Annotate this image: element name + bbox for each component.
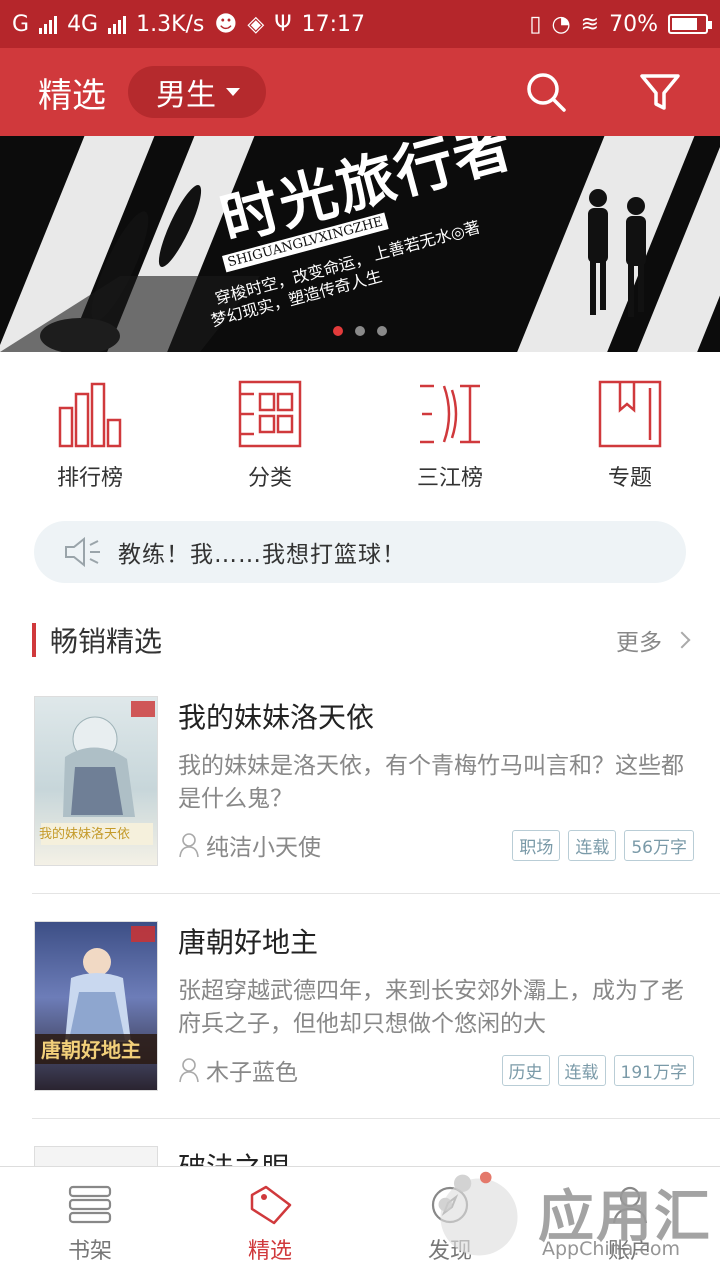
book-author: 木子蓝色 — [206, 1060, 298, 1086]
book-author: 纯洁小天使 — [206, 835, 321, 861]
gender-selector[interactable]: 男生 — [128, 66, 266, 118]
book-info: 我的妹妹洛天依 我的妹妹是洛天依，有个青梅竹马叫言和？这些都是什么鬼？ 纯洁小天… — [178, 696, 694, 862]
wifi-icon: ≋ — [580, 11, 600, 37]
usb-icon: Ψ — [274, 11, 292, 37]
book-title: 唐朝好地主 — [178, 926, 319, 959]
tab-featured[interactable]: 精选 — [180, 1167, 360, 1280]
book-tag: 56万字 — [624, 829, 694, 861]
vibrate-icon: ▯ — [529, 11, 542, 37]
notice-text: 教练！我……我想打篮球！ — [118, 542, 406, 568]
search-icon[interactable] — [524, 70, 568, 114]
book-tag: 191万字 — [613, 1054, 694, 1086]
bookmark-icon — [598, 380, 662, 448]
more-label: 更多 — [616, 630, 662, 656]
status-left: G 4G 1.3K/s ☻ ◈ Ψ 17:17 — [12, 12, 365, 37]
book-meta: 木子蓝色 历史 连载 191万字 — [178, 1053, 694, 1087]
tab-featured-label: 精选 — [247, 1239, 292, 1264]
bookshelf-icon — [68, 1185, 112, 1224]
nav-topic-label: 专题 — [607, 466, 652, 491]
book-tag: 职场 — [512, 829, 561, 861]
speaker-icon — [65, 537, 100, 567]
network-speed: 1.3K/s — [136, 11, 205, 37]
divider — [32, 893, 720, 894]
battery-icon — [668, 14, 712, 34]
section-title: 畅销精选 — [50, 625, 163, 658]
battery-percent: 70% — [609, 11, 658, 37]
caret-down-icon — [226, 88, 240, 96]
tab-bookshelf-label: 书架 — [67, 1239, 112, 1264]
signal-icon — [39, 14, 58, 34]
tag-icon — [250, 1185, 292, 1225]
sanjiang-icon — [420, 384, 480, 444]
watermark-sub: AppChina.com — [542, 1238, 681, 1260]
network-label: G — [12, 11, 30, 37]
filter-icon[interactable] — [638, 70, 682, 114]
watermark: 应用汇 AppChina.com — [420, 1160, 720, 1280]
more-link[interactable]: 更多 — [616, 623, 691, 657]
app-header: 精选 男生 — [0, 48, 720, 136]
grid-icon — [238, 380, 302, 448]
banner-dot[interactable] — [377, 326, 387, 336]
notice-bar[interactable]: 教练！我……我想打篮球！ — [34, 521, 686, 583]
watermark-logo-icon — [438, 1171, 518, 1256]
nav-topic[interactable]: 专题 — [540, 380, 720, 500]
divider — [32, 1118, 720, 1119]
network-4g-label: 4G — [67, 11, 99, 37]
alarm-icon: ◔ — [551, 11, 571, 37]
page-title: 精选 — [38, 75, 106, 116]
nav-category-label: 分类 — [247, 466, 292, 491]
nav-ranking-label: 排行榜 — [56, 466, 123, 491]
nav-sanjiang[interactable]: 三江榜 — [360, 380, 540, 500]
banner-dot[interactable] — [333, 326, 343, 336]
book-item[interactable]: 唐朝好地主 唐朝好地主 张超穿越武德四年，来到长安郊外灞上，成为了老府兵之子，但… — [32, 921, 694, 1099]
shield-icon: ◈ — [247, 11, 265, 37]
book-cover-art — [35, 926, 157, 1064]
status-bar: G 4G 1.3K/s ☻ ◈ Ψ 17:17 ▯ ◔ ≋ 70% — [0, 0, 720, 48]
book-cover: 我的妹妹洛天依 — [34, 696, 158, 866]
signal-4g-icon — [108, 14, 127, 34]
book-title: 我的妹妹洛天依 — [178, 701, 375, 734]
book-description: 张超穿越武德四年，来到长安郊外灞上，成为了老府兵之子，但他却只想做个悠闲的大 — [178, 978, 684, 1037]
nav-sanjiang-label: 三江榜 — [416, 466, 483, 491]
status-right: ▯ ◔ ≋ 70% — [529, 11, 712, 37]
book-meta: 纯洁小天使 职场 连载 56万字 — [178, 828, 694, 862]
book-tag: 历史 — [501, 1054, 550, 1086]
book-item[interactable]: 我的妹妹洛天依 我的妹妹洛天依 我的妹妹是洛天依，有个青梅竹马叫言和？这些都是什… — [32, 696, 694, 874]
quick-nav: 排行榜 分类 三江榜 专题 — [0, 380, 720, 500]
section-accent-bar — [32, 623, 36, 657]
banner-pagination[interactable] — [0, 326, 720, 336]
nav-ranking[interactable]: 排行榜 — [0, 380, 180, 500]
gender-selector-label: 男生 — [156, 78, 216, 113]
user-icon — [179, 833, 199, 858]
book-info: 唐朝好地主 张超穿越武德四年，来到长安郊外灞上，成为了老府兵之子，但他却只想做个… — [178, 921, 694, 1087]
tab-bookshelf[interactable]: 书架 — [0, 1167, 180, 1280]
book-cover: 唐朝好地主 — [34, 921, 158, 1091]
clock-time: 17:17 — [301, 11, 365, 37]
book-cover-title: 唐朝好地主 — [41, 1038, 141, 1062]
book-tag: 连载 — [557, 1054, 606, 1086]
banner-dot[interactable] — [355, 326, 365, 336]
book-tag: 连载 — [568, 829, 617, 861]
book-tags: 历史 连载 191万字 — [501, 1054, 694, 1086]
book-description: 我的妹妹是洛天依，有个青梅竹马叫言和？这些都是什么鬼？ — [178, 753, 684, 812]
book-cover-title: 我的妹妹洛天依 — [39, 827, 131, 842]
chevron-right-icon — [673, 631, 691, 649]
nav-category[interactable]: 分类 — [180, 380, 360, 500]
promo-banner[interactable]: 时光旅行者 SHIGUANGLVXINGZHE 上善若无水◎著 穿梭时空，改变命… — [0, 136, 720, 352]
book-tags: 职场 连载 56万字 — [512, 829, 694, 861]
bar-chart-icon — [58, 382, 122, 448]
android-icon: ☻ — [214, 11, 238, 37]
section-header: 畅销精选 更多 — [32, 618, 691, 662]
user-icon — [179, 1058, 199, 1083]
